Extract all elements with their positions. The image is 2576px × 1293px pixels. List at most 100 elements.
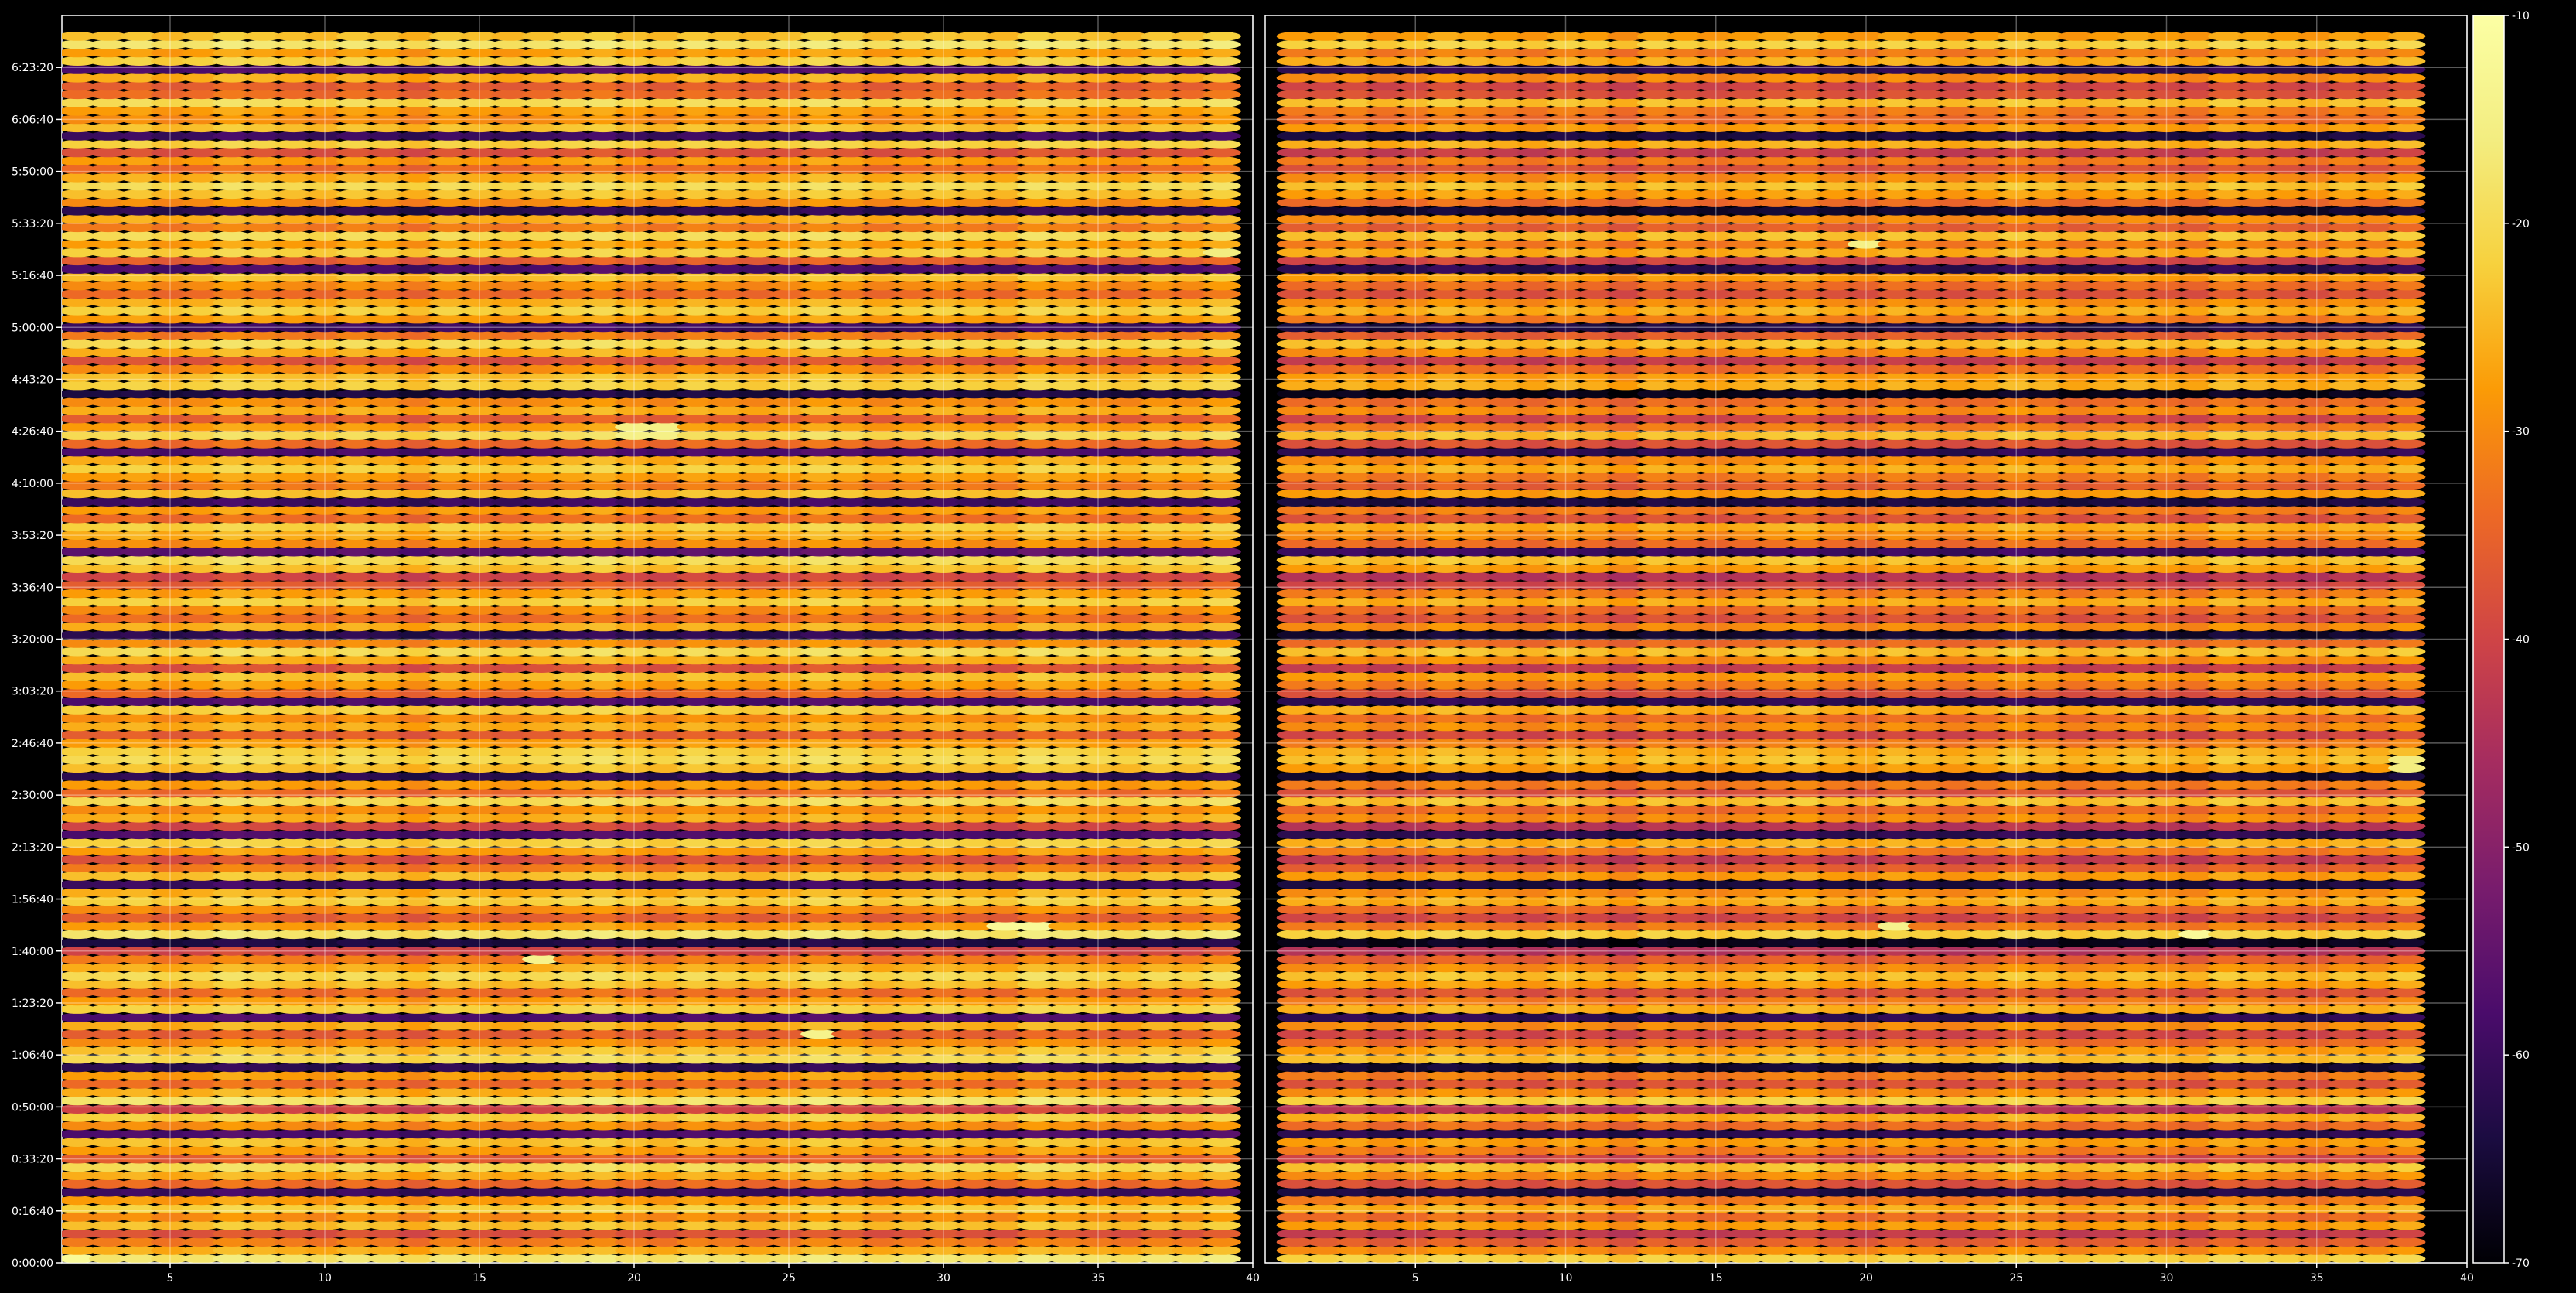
heatmap-cell [1203,855,1241,865]
heatmap-cell [1203,464,1241,473]
heatmap-cell [1203,214,1241,224]
heatmap-cell [1203,198,1241,207]
heatmap-cell [1203,896,1241,906]
heatmap-cell [1203,189,1241,200]
heatmap-cell [1203,613,1241,623]
heatmap-cell [1203,1063,1241,1073]
heatmap-cell [1203,298,1241,307]
heatmap-cell [1203,872,1241,881]
heatmap-cell [1203,988,1241,998]
heatmap-cell [1203,505,1241,515]
heatmap-cell [1203,281,1241,291]
heatmap-cell [1203,181,1241,191]
heatmap-cell [1203,597,1241,606]
heatmap-cell [1203,1220,1241,1230]
heatmap-cell [1203,305,1241,316]
heatmap-cell [1203,1121,1241,1131]
heatmap-cell [1203,1145,1241,1155]
heatmap-cell [1203,963,1241,973]
heatmap-cell [1203,331,1241,340]
heatmap-cell [1203,846,1241,856]
heatmap-cell [1203,1005,1241,1014]
heatmap-cell [1203,1038,1241,1047]
heatmap-cell [1203,431,1241,440]
heatmap-cell [1203,622,1241,632]
heatmap-cell [1203,489,1241,499]
heatmap-cell [1203,606,1241,615]
heatmap-cell [1203,930,1241,940]
heatmap-cell [1203,938,1241,947]
heatmap-cell [1203,555,1241,565]
heatmap-cell [1203,447,1241,457]
heatmap-cell [1203,547,1241,557]
heatmap-cell [1203,1229,1241,1239]
heatmap-cell [1203,1204,1241,1213]
heatmap-cell [1203,646,1241,657]
heatmap-cell [1203,1046,1241,1056]
heatmap-cell [1203,979,1241,989]
heatmap-cell [1203,223,1241,233]
heatmap-cell [1203,380,1241,391]
heatmap-cell [1203,705,1241,715]
heatmap-cell [1203,580,1241,590]
heatmap-cell [1203,289,1241,299]
heatmap-cell [1203,688,1241,698]
heatmap-cell [1203,364,1241,374]
heatmap-cell [1203,1112,1241,1122]
heatmap-cell [1203,863,1241,873]
heatmap-cell [1203,763,1241,773]
heatmap-cell [1203,971,1241,981]
heatmap-cell [1203,1104,1241,1114]
heatmap-cell [1203,755,1241,765]
heatmap-cell [1203,780,1241,790]
heatmap-cell [1203,405,1241,415]
heatmap-cell [1203,788,1241,798]
heatmap-cell [1203,206,1241,216]
heatmap-cell [1203,913,1241,923]
heatmap-cell [1203,356,1241,366]
heatmap-cell [1203,497,1241,507]
heatmap-cell [1203,888,1241,898]
heatmap-cell [1203,1054,1241,1064]
heatmap-cell [1203,314,1241,324]
heatmap-cell [1203,655,1241,665]
heatmap-cell [1203,522,1241,532]
heatmap-cell [1203,538,1241,548]
heatmap-cell [1203,1254,1241,1263]
heatmap-cell [1203,1196,1241,1206]
heatmap-cell [1203,1179,1241,1189]
heatmap-cell [1203,231,1241,241]
heatmap-cell [1203,879,1241,889]
heatmap-cell [1203,389,1241,399]
heatmap-cell [1203,397,1241,407]
heatmap-cell [1203,264,1241,274]
heatmap-cell [1203,1029,1241,1039]
heatmap-cell [1203,996,1241,1006]
heatmap-cell [1203,730,1241,740]
heatmap-cell [1203,472,1241,482]
heatmap-cell [1203,821,1241,831]
heatmap-cell [1203,697,1241,706]
heatmap-cell [1203,772,1241,781]
heatmap-cell [1203,1171,1241,1180]
heatmap-cell [1203,239,1241,249]
heatmap-cell [1203,564,1241,573]
heatmap-cell [1203,672,1241,681]
heatmap-cell [1203,455,1241,466]
heatmap-cell [1203,1071,1241,1080]
heatmap-cell [1203,713,1241,723]
heatmap-cell [1203,680,1241,690]
heatmap-cell [1203,664,1241,673]
heatmap-cell [1203,1021,1241,1031]
heatmap-cell [1203,372,1241,382]
heatmap-cell [1203,1162,1241,1172]
heatmap-panel-left [61,15,1254,1264]
heatmap-cell [1203,797,1241,807]
spectrogram-chart: 0:00:000:16:400:33:200:50:001:06:401:23:… [12,10,2530,1284]
heatmap-cell [1203,422,1241,432]
heatmap-cell [1203,339,1241,349]
heatmap-cell [1203,1129,1241,1139]
heatmap-cell [1203,272,1241,282]
heatmap-cell [1203,1138,1241,1147]
heatmap-cell [1203,1079,1241,1089]
